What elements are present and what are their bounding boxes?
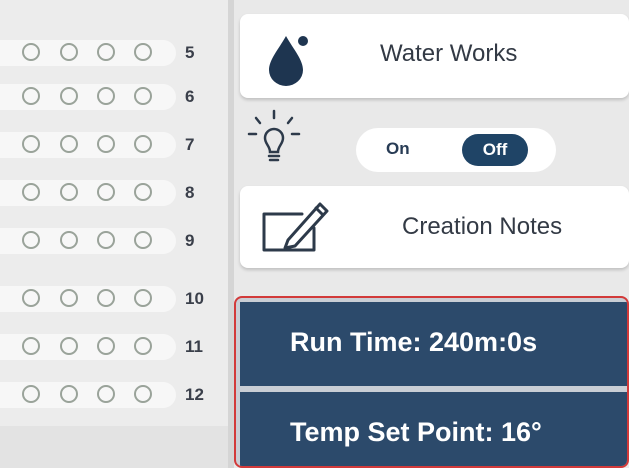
run-time-label: Run Time: 240m:0s xyxy=(290,327,538,357)
toggle-on-option[interactable]: On xyxy=(386,139,410,159)
channel-toggle-circle[interactable] xyxy=(97,337,115,355)
channel-toggle-circle[interactable] xyxy=(97,183,115,201)
channel-toggle-circle[interactable] xyxy=(22,183,40,201)
channel-toggle-circle[interactable] xyxy=(97,87,115,105)
light-toggle[interactable]: On Off xyxy=(356,128,556,172)
channel-toggle-circle[interactable] xyxy=(22,385,40,403)
channel-toggle-circle[interactable] xyxy=(22,337,40,355)
channel-number: 5 xyxy=(185,43,195,62)
channel-row-11: 11 xyxy=(0,328,228,366)
channel-number: 11 xyxy=(185,337,203,356)
temp-set-point-bar: Temp Set Point: 16° xyxy=(240,392,627,466)
channel-toggle-circle[interactable] xyxy=(60,43,78,61)
channel-toggle-circle[interactable] xyxy=(60,231,78,249)
channel-row-9: 9 xyxy=(0,222,228,260)
channel-number: 12 xyxy=(185,385,204,404)
channel-toggle-circle[interactable] xyxy=(60,183,78,201)
channel-toggle-circle[interactable] xyxy=(60,289,78,307)
toggle-off-option[interactable]: Off xyxy=(462,134,528,166)
channel-toggle-circle[interactable] xyxy=(134,87,152,105)
channel-toggle-circle[interactable] xyxy=(97,43,115,61)
channel-toggle-circle[interactable] xyxy=(22,231,40,249)
channel-toggle-circle[interactable] xyxy=(134,183,152,201)
channel-row-8: 8 xyxy=(0,174,228,212)
channel-toggle-circle[interactable] xyxy=(60,385,78,403)
channel-number: 7 xyxy=(185,135,195,154)
channel-toggle-circle[interactable] xyxy=(134,43,152,61)
channel-toggle-circle[interactable] xyxy=(60,87,78,105)
run-time-bar: Run Time: 240m:0s xyxy=(240,302,627,386)
channel-row-7: 7 xyxy=(0,126,228,164)
channel-toggle-circle[interactable] xyxy=(97,135,115,153)
channel-number: 9 xyxy=(185,231,195,250)
channel-toggle-circle[interactable] xyxy=(22,87,40,105)
channel-number: 10 xyxy=(185,289,204,308)
channel-toggle-circle[interactable] xyxy=(22,289,40,307)
water-works-button[interactable]: Water Works xyxy=(240,14,629,98)
channel-toggle-circle[interactable] xyxy=(97,231,115,249)
channel-toggle-circle[interactable] xyxy=(97,385,115,403)
water-drop-icon xyxy=(266,30,312,91)
left-panel-footer xyxy=(0,426,228,468)
channel-row-6: 6 xyxy=(0,78,228,116)
channel-row-12: 12 xyxy=(0,376,228,414)
note-edit-icon xyxy=(258,194,334,263)
channel-number: 6 xyxy=(185,87,195,106)
channel-number: 8 xyxy=(185,183,195,202)
channel-list-panel: 5 6 7 8 9 10 11 12 xyxy=(0,0,228,468)
temp-set-point-label: Temp Set Point: 16° xyxy=(290,417,542,447)
channel-row-10: 10 xyxy=(0,280,228,318)
channel-toggle-circle[interactable] xyxy=(134,385,152,403)
channel-toggle-circle[interactable] xyxy=(134,135,152,153)
channel-toggle-circle[interactable] xyxy=(97,289,115,307)
channel-toggle-circle[interactable] xyxy=(22,135,40,153)
status-panel: Run Time: 240m:0s Temp Set Point: 16° xyxy=(234,296,629,468)
channel-toggle-circle[interactable] xyxy=(60,337,78,355)
channel-toggle-circle[interactable] xyxy=(22,43,40,61)
channel-toggle-circle[interactable] xyxy=(134,337,152,355)
channel-toggle-circle[interactable] xyxy=(134,289,152,307)
creation-notes-label: Creation Notes xyxy=(402,213,563,240)
water-works-label: Water Works xyxy=(380,40,518,67)
channel-toggle-circle[interactable] xyxy=(60,135,78,153)
channel-toggle-circle[interactable] xyxy=(134,231,152,249)
light-bulb-icon xyxy=(246,108,302,173)
channel-row-5: 5 xyxy=(0,34,228,72)
creation-notes-button[interactable]: Creation Notes xyxy=(240,186,629,268)
controls-panel: Water Works On Off Creation Notes Run Ti… xyxy=(234,0,629,468)
